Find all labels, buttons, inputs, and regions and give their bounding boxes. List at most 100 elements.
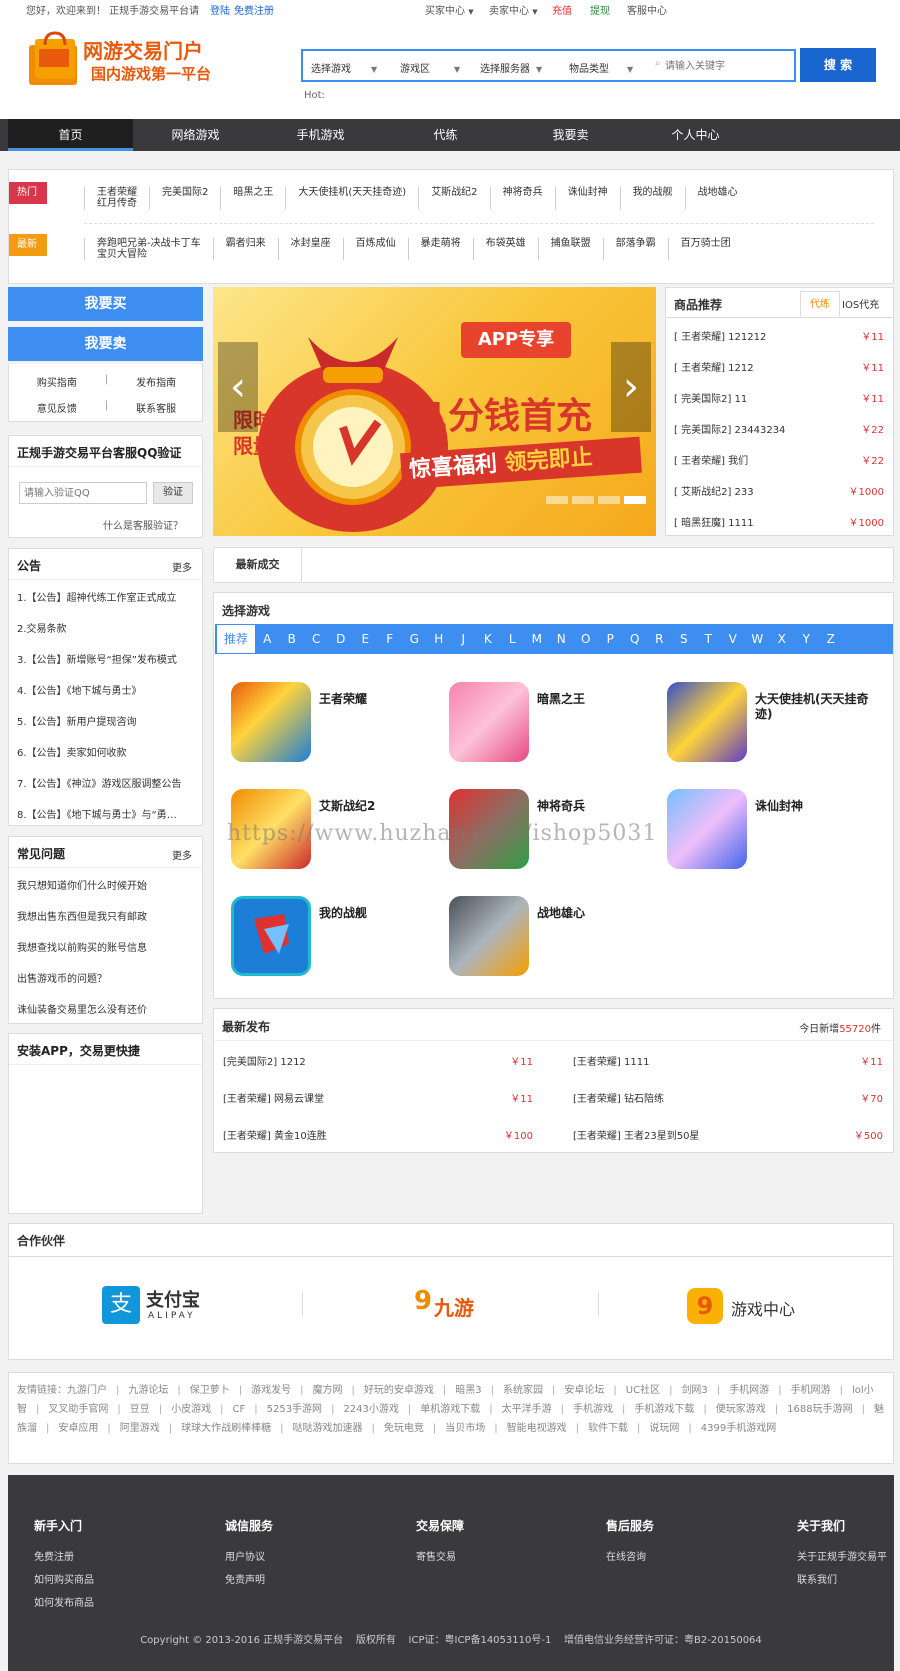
letter-j[interactable]: J: [451, 632, 476, 646]
publish-guide-link[interactable]: 发布指南: [108, 374, 204, 389]
new-game-item[interactable]: 百万骑士团: [667, 238, 743, 260]
friend-link[interactable]: 游戏发号: [251, 1385, 291, 1396]
new-game-item[interactable]: 布袋英雄: [472, 238, 538, 260]
jiuyou-partner-logo[interactable]: 9 九游: [414, 1286, 494, 1326]
nav-sell[interactable]: 我要卖: [508, 119, 633, 151]
seller-center-menu[interactable]: 卖家中心 ▼: [489, 2, 538, 17]
letter-t[interactable]: T: [696, 632, 721, 646]
friend-link[interactable]: CF: [233, 1404, 246, 1415]
hot-game-item[interactable]: 王者荣耀 红月传奇: [84, 187, 149, 209]
hot-game-item[interactable]: 完美国际2: [149, 187, 220, 209]
friend-link[interactable]: 魔方网: [313, 1385, 343, 1396]
hot-game-item[interactable]: 艾斯战纪2: [418, 187, 489, 209]
new-game-item[interactable]: 捕鱼联盟: [537, 238, 603, 260]
letter-e[interactable]: E: [353, 632, 378, 646]
qq-verify-button[interactable]: 验证: [153, 482, 193, 504]
site-logo[interactable]: 网游交易门户 国内游戏第一平台: [25, 31, 255, 89]
register-link[interactable]: 免费注册: [234, 2, 274, 17]
friend-link[interactable]: 小皮游戏: [171, 1404, 211, 1415]
new-game-item[interactable]: 霸者归来: [212, 238, 278, 260]
nav-mobile-games[interactable]: 手机游戏: [258, 119, 383, 151]
feedback-link[interactable]: 意见反馈: [9, 400, 105, 415]
search-button[interactable]: 搜 索: [800, 48, 876, 82]
friend-link[interactable]: 系统家园: [503, 1385, 543, 1396]
game-select[interactable]: 选择游戏 ▼: [311, 60, 377, 75]
friend-link[interactable]: 手机游戏: [573, 1404, 613, 1415]
game-card[interactable]: 王者荣耀: [231, 682, 431, 767]
friend-link[interactable]: 1688玩手游网: [787, 1404, 852, 1415]
footer-link[interactable]: 免责声明: [225, 1571, 273, 1586]
hot-game-item[interactable]: 我的战舰: [619, 187, 685, 209]
friend-link[interactable]: 九游门户: [67, 1385, 107, 1396]
friend-link[interactable]: 剑网3: [681, 1385, 707, 1396]
hot-game-item[interactable]: 暗黑之王: [220, 187, 285, 209]
game-card[interactable]: 我的战舰: [231, 896, 431, 981]
faq-item[interactable]: 出售游戏币的问题？: [17, 970, 197, 985]
letter-b[interactable]: B: [280, 632, 305, 646]
friend-link[interactable]: 豆豆: [130, 1404, 150, 1415]
friend-link[interactable]: UC社区: [626, 1385, 660, 1396]
letter-recommend[interactable]: 推荐: [217, 625, 255, 653]
hot-game-item[interactable]: 诛仙封神: [554, 187, 620, 209]
footer-link[interactable]: 如何发布商品: [34, 1594, 94, 1609]
notice-item[interactable]: 6.【公告】卖家如何收款: [17, 744, 197, 759]
letter-c[interactable]: C: [304, 632, 329, 646]
game-card[interactable]: 暗黑之王: [449, 682, 649, 767]
notice-item[interactable]: 4.【公告】《地下城与勇士》: [17, 682, 197, 697]
recharge-link[interactable]: 充值: [552, 2, 572, 17]
friend-link[interactable]: 说玩网: [649, 1423, 679, 1434]
hot-game-item[interactable]: 神将奇兵: [489, 187, 555, 209]
login-link[interactable]: 登陆: [210, 2, 230, 17]
footer-link[interactable]: 用户协议: [225, 1548, 273, 1563]
letter-p[interactable]: P: [598, 632, 623, 646]
footer-link[interactable]: 联系我们: [797, 1571, 894, 1586]
recommend-item[interactable]: [ 王者荣耀] 我们 ￥22: [674, 452, 884, 467]
recommend-item[interactable]: [ 艾斯战纪2] 233 ￥1000: [674, 483, 884, 498]
footer-link[interactable]: 如何购买商品: [34, 1571, 94, 1586]
notice-item[interactable]: 7.【公告】《神泣》游戏区服调整公告: [17, 775, 197, 790]
friend-link[interactable]: 太平洋手游: [502, 1404, 552, 1415]
friend-link[interactable]: 哒哒游戏加速器: [293, 1423, 363, 1434]
footer-link[interactable]: 在线咨询: [606, 1548, 654, 1563]
friend-link[interactable]: 阿里游戏: [120, 1423, 160, 1434]
letter-k[interactable]: K: [476, 632, 501, 646]
banner-dot[interactable]: [598, 496, 620, 504]
search-input[interactable]: [665, 57, 790, 75]
footer-link[interactable]: 寄售交易: [416, 1548, 464, 1563]
alipay-partner-logo[interactable]: 支 支付宝 ALIPAY: [102, 1286, 212, 1326]
friend-link[interactable]: 当贝市场: [445, 1423, 485, 1434]
notice-item[interactable]: 5.【公告】新用户提现咨询: [17, 713, 197, 728]
banner-prev-arrow[interactable]: ‹: [218, 342, 258, 432]
server-select[interactable]: 选择服务器 ▼: [480, 60, 542, 75]
banner-dot[interactable]: [572, 496, 594, 504]
friend-link[interactable]: 叉叉助手官网: [48, 1404, 108, 1415]
latest-item[interactable]: [王者荣耀] 黄金10连胜 ￥100: [223, 1127, 533, 1142]
friend-link[interactable]: 2243小游戏: [343, 1404, 398, 1415]
latest-item[interactable]: [王者荣耀] 网易云课堂 ￥11: [223, 1090, 533, 1105]
recommend-item[interactable]: [ 王者荣耀] 1212 ￥11: [674, 359, 884, 374]
friend-link[interactable]: 5253手游网: [267, 1404, 322, 1415]
friend-link[interactable]: 免玩电竞: [384, 1423, 424, 1434]
hot-game-item[interactable]: 大天使挂机(天天挂奇迹): [285, 187, 418, 209]
latest-item[interactable]: [完美国际2] 1212 ￥11: [223, 1053, 533, 1068]
notice-item[interactable]: 8.【公告】《地下城与勇士》与“勇…: [17, 806, 197, 821]
letter-f[interactable]: F: [378, 632, 403, 646]
buy-button[interactable]: 我要买: [8, 287, 203, 321]
letter-g[interactable]: G: [402, 632, 427, 646]
notice-item[interactable]: 1.【公告】超神代练工作室正式成立: [17, 589, 197, 604]
nav-profile[interactable]: 个人中心: [633, 119, 758, 151]
friend-link[interactable]: 好玩的安卓游戏: [364, 1385, 434, 1396]
tab-power-leveling[interactable]: 代练: [800, 291, 840, 317]
latest-deals-tab[interactable]: 最新成交: [214, 548, 302, 582]
nav-online-games[interactable]: 网络游戏: [133, 119, 258, 151]
new-game-item[interactable]: 部落争霸: [602, 238, 668, 260]
banner-dot-active[interactable]: [624, 496, 646, 504]
friend-link[interactable]: 智能电视游戏: [507, 1423, 567, 1434]
friend-link[interactable]: 手机网游: [729, 1385, 769, 1396]
letter-h[interactable]: H: [427, 632, 452, 646]
zone-select[interactable]: 游戏区 ▼: [400, 60, 460, 75]
tab-ios-recharge[interactable]: IOS代充: [842, 296, 879, 311]
letter-v[interactable]: V: [721, 632, 746, 646]
letter-y[interactable]: Y: [794, 632, 819, 646]
friend-link[interactable]: 手机游戏下载: [634, 1404, 694, 1415]
